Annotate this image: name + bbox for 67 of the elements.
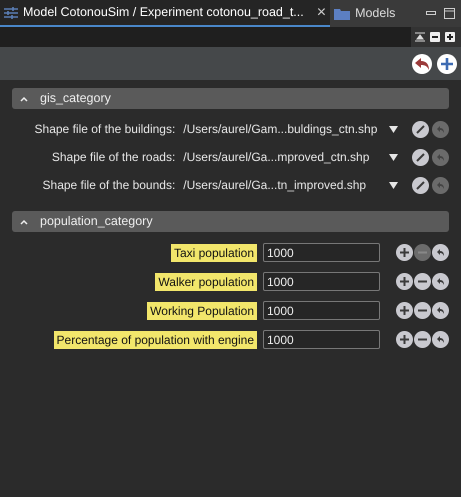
close-icon[interactable]: ×: [316, 0, 326, 24]
field-label: Working Population: [147, 302, 257, 320]
category-header[interactable]: population_category: [12, 211, 449, 232]
plus-icon: [400, 335, 409, 344]
field-label: Taxi population: [170, 244, 257, 262]
minimize-icon: [426, 10, 436, 16]
increment-button[interactable]: [396, 244, 413, 261]
add-button[interactable]: [437, 54, 457, 74]
decrement-button[interactable]: [414, 331, 431, 348]
decrement-button[interactable]: [414, 302, 431, 319]
revert-button[interactable]: [432, 302, 449, 319]
collapse-all-icon: [415, 32, 425, 42]
tab-label: Model CotonouSim / Experiment cotonou_road_t...: [23, 4, 304, 22]
tab[interactable]: Model CotonouSim / Experiment cotonou_road_t... ×: [0, 0, 330, 27]
revert-button[interactable]: [432, 331, 449, 348]
revert-button[interactable]: [432, 244, 449, 261]
file-dropdown[interactable]: /Users/aurel/Gam...buldings_ctn.shp: [183, 120, 398, 138]
field-label: Shape file of the bounds:: [42, 177, 176, 194]
category-title: gis_category: [40, 90, 111, 108]
file-dropdown[interactable]: /Users/aurel/Ga...tn_improved.shp: [183, 176, 398, 194]
chevron-icon: [20, 96, 28, 102]
undo-icon: [436, 124, 445, 134]
dropdown-arrow-icon: [389, 126, 398, 132]
number-input[interactable]: 1000: [263, 243, 380, 262]
chevron-icon: [20, 218, 28, 224]
field-label: Percentage of population with engine: [54, 330, 257, 348]
plus-icon: [400, 277, 409, 286]
pencil-icon: [416, 152, 425, 162]
undo-icon: [436, 277, 445, 286]
minus-square-icon: [430, 32, 440, 42]
category-title: population_category: [40, 213, 153, 230]
decrement-button[interactable]: [414, 273, 431, 290]
sliders-icon: [4, 6, 18, 18]
plus-square-icon: [445, 32, 455, 42]
plus-icon: [441, 58, 453, 70]
increment-button[interactable]: [396, 331, 413, 348]
field-label: Walker population: [155, 272, 257, 290]
edit-button[interactable]: [412, 120, 429, 138]
undo-icon: [436, 306, 445, 315]
revert-all-button[interactable]: [412, 54, 432, 74]
field-label: Shape file of the buildings:: [34, 121, 176, 138]
pencil-icon: [416, 124, 425, 134]
undo-icon: [436, 180, 445, 190]
number-input[interactable]: 1000: [263, 301, 380, 320]
category-header[interactable]: gis_category: [12, 88, 449, 109]
field-label: Shape file of the roads:: [50, 149, 176, 166]
undo-icon: [436, 152, 445, 162]
edit-button[interactable]: [412, 148, 429, 166]
edit-button[interactable]: [412, 176, 429, 194]
tab-label: Models: [355, 5, 396, 22]
dropdown-arrow-icon: [389, 154, 398, 160]
number-input[interactable]: 1000: [263, 330, 380, 349]
number-input[interactable]: 1000: [263, 272, 380, 291]
tab[interactable]: Models: [330, 0, 400, 27]
maximize-icon: [444, 8, 455, 19]
file-dropdown[interactable]: /Users/aurel/Ga...mproved_ctn.shp: [183, 148, 398, 166]
plus-icon: [400, 306, 409, 315]
revert-button[interactable]: [432, 273, 449, 290]
pencil-icon: [416, 180, 425, 190]
increment-button[interactable]: [396, 273, 413, 290]
undo-icon: [436, 335, 445, 344]
undo-icon: [436, 248, 445, 257]
undo-icon: [415, 58, 429, 70]
plus-icon: [400, 248, 409, 257]
folder-icon: [334, 8, 350, 20]
dropdown-arrow-icon: [389, 182, 398, 188]
increment-button[interactable]: [396, 302, 413, 319]
